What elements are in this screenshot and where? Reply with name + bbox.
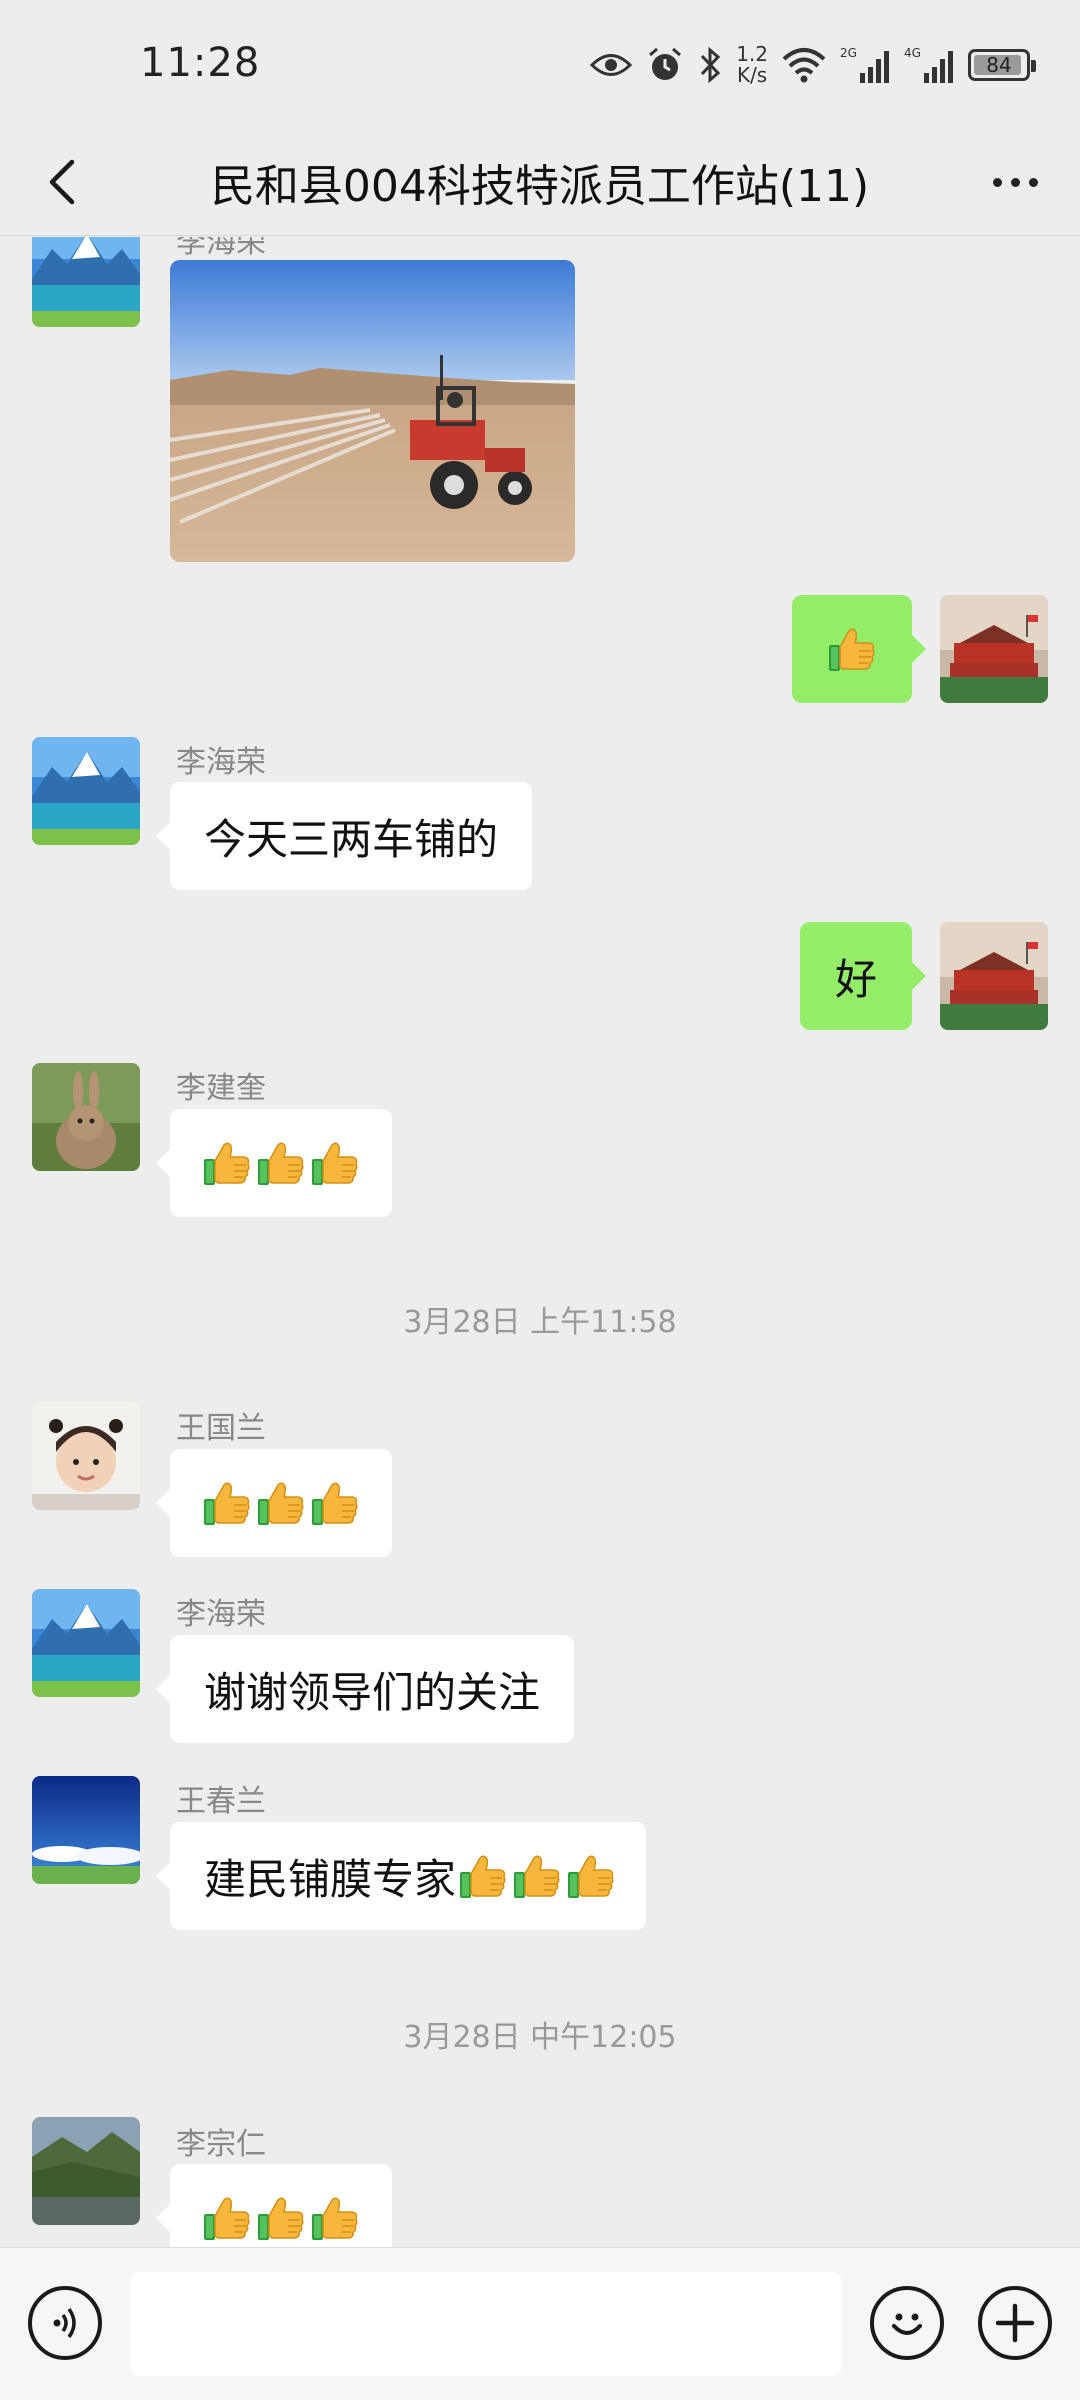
status-bar: 11:28 1.2 K/s 2G 4G 84 [0,0,1080,130]
voice-icon [53,2307,76,2339]
message-text: 好 [834,954,877,1004]
message-input[interactable] [130,2272,842,2376]
message-text: 今天三两车铺的 [204,814,499,864]
network-speed: 1.2 K/s [736,42,768,87]
message-bubble-mine[interactable]: 好 [800,922,926,1030]
chat-title: 民和县004科技特派员工作站(11) [210,161,870,212]
sender-name: 李海荣 [176,237,266,260]
emoji-button[interactable] [870,2286,944,2360]
sender-name: 李宗仁 [176,2127,266,2162]
thumbs-up-icon [200,2192,362,2244]
message-bubble[interactable] [156,1109,392,1217]
plus-icon [995,2303,1035,2343]
message-text: 建民铺膜专家 [204,1854,457,1904]
more-dots-icon [992,177,1002,187]
battery-indicator: 84 [968,49,1036,81]
plus-button[interactable] [978,2286,1052,2360]
message-bubble[interactable]: 今天三两车铺的 [155,782,533,890]
signal-4g-icon: 4G [904,45,954,85]
timestamp: 3月28日 上午11:58 [403,1305,677,1340]
avatar-li-jiankui[interactable] [32,1063,140,1171]
thumbs-up-icon [456,1850,618,1902]
status-icons: 1.2 K/s 2G 4G 84 [590,40,1036,90]
svg-text:4G: 4G [904,46,921,60]
avatar-me[interactable] [940,922,1048,1030]
message-bubble[interactable]: 谢谢领导们的关注 [155,1635,575,1743]
sender-name: 王国兰 [176,1411,266,1446]
sender-name: 王春兰 [176,1784,266,1819]
alarm-icon [646,46,684,84]
message-bubble-mine[interactable] [792,595,926,703]
avatar-wang-chunlan[interactable] [32,1776,140,1884]
svg-text:2G: 2G [840,46,857,60]
status-time: 11:28 [140,40,261,86]
tractor-photo[interactable] [170,260,575,562]
input-bar [0,2247,1080,2400]
thumbs-up-icon [200,1137,362,1189]
chat-header: 民和县004科技特派员工作站(11) [0,130,1080,236]
sender-name: 李建奎 [176,1071,266,1106]
thumbs-up-icon [200,1477,362,1529]
thumbs-up-icon [825,623,879,675]
sender-name: 李海荣 [176,1597,266,1632]
bluetooth-icon [698,46,722,84]
wifi-icon [782,47,826,83]
avatar-li-hairong[interactable] [32,737,140,845]
avatar-li-zongren[interactable] [32,2117,140,2225]
timestamp: 3月28日 中午12:05 [403,2020,677,2055]
more-button[interactable] [980,152,1050,212]
avatar-me[interactable] [940,595,1048,703]
avatar-li-hairong[interactable] [32,237,140,327]
message-bubble[interactable] [156,1449,392,1557]
message-bubble[interactable] [156,2164,392,2247]
signal-2g-icon: 2G [840,45,890,85]
eye-icon [590,50,633,80]
message-list[interactable]: 李海荣 李海荣 今天三两车铺的 好 李建奎 3月28日 上午11:58 王国兰 … [0,237,1080,2247]
message-bubble[interactable]: 建民铺膜专家 [155,1822,647,1930]
voice-button[interactable] [28,2286,102,2360]
message-text: 谢谢领导们的关注 [204,1667,541,1717]
smiley-icon [892,2313,922,2335]
avatar-li-hairong[interactable] [32,1589,140,1697]
avatar-wang-guolan[interactable] [32,1402,140,1510]
sender-name: 李海荣 [176,745,266,780]
